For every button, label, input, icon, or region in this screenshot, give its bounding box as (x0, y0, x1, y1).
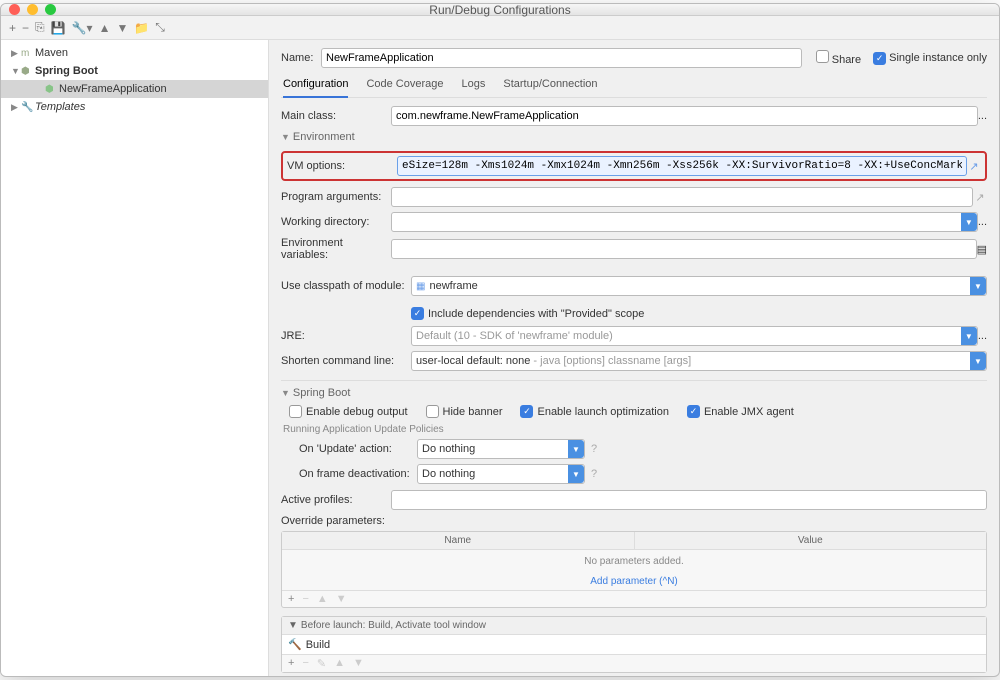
wrench-icon[interactable]: 🔧▾ (72, 21, 93, 35)
name-input[interactable] (321, 48, 802, 68)
single-instance-checkbox[interactable]: ✓ Single instance only (873, 52, 987, 65)
save-icon[interactable]: 💾 (51, 21, 66, 35)
jre-select[interactable]: Default (10 - SDK of 'newframe' module)▼ (411, 326, 978, 346)
before-launch-title: Before launch: Build, Activate tool wind… (301, 620, 486, 631)
vm-options-input[interactable] (397, 156, 967, 176)
add-icon[interactable]: + (9, 21, 16, 35)
remove-icon[interactable]: − (302, 657, 308, 670)
env-vars-label: Environment variables: (281, 237, 391, 261)
policies-title: Running Application Update Policies (283, 424, 987, 435)
program-args-input[interactable] (391, 187, 973, 207)
param-value-header: Value (635, 532, 987, 549)
tab-logs[interactable]: Logs (462, 74, 486, 97)
maven-icon: m (21, 48, 35, 59)
env-vars-input[interactable] (391, 239, 977, 259)
expand-icon[interactable]: ↗ (973, 191, 987, 204)
add-icon[interactable]: + (288, 657, 294, 670)
wrench-icon: 🔧 (21, 102, 35, 113)
on-update-label: On 'Update' action: (299, 443, 417, 455)
name-label: Name: (281, 52, 321, 64)
down-icon[interactable]: ▼ (116, 21, 128, 35)
spring-icon: ⬢ (45, 84, 59, 95)
sidebar: ▶m Maven ▼⬢ Spring Boot ⬢ NewFrameApplic… (1, 40, 269, 677)
main-class-label: Main class: (281, 110, 391, 122)
help-icon[interactable]: ? (591, 468, 597, 480)
enable-jmx-checkbox[interactable]: ✓ Enable JMX agent (687, 405, 794, 418)
up-icon[interactable]: ▲ (317, 593, 328, 605)
tab-code-coverage[interactable]: Code Coverage (366, 74, 443, 97)
param-name-header: Name (282, 532, 635, 549)
browse-button[interactable]: ... (978, 330, 987, 342)
no-params-text: No parameters added. (282, 550, 986, 573)
collapse-icon[interactable]: ▼ (281, 388, 290, 398)
environment-title: Environment (293, 131, 355, 143)
browse-button[interactable]: ... (978, 110, 987, 122)
springboot-title: Spring Boot (293, 387, 350, 399)
copy-icon[interactable]: ⎘ (35, 20, 45, 35)
sidebar-label: Spring Boot (35, 65, 98, 77)
browse-button[interactable]: ▤ (977, 243, 987, 256)
on-deact-label: On frame deactivation: (299, 468, 417, 480)
titlebar: Run/Debug Configurations (1, 4, 999, 16)
add-icon[interactable]: + (288, 593, 294, 605)
down-icon[interactable]: ▼ (336, 593, 347, 605)
working-dir-select[interactable]: ▼ (391, 212, 978, 232)
collapse-icon[interactable]: ▼ (281, 132, 290, 142)
expand-icon[interactable]: ↗ (967, 160, 981, 173)
shorten-select[interactable]: user-local default: none - java [options… (411, 351, 987, 371)
sidebar-label: NewFrameApplication (59, 83, 167, 95)
remove-icon[interactable]: − (22, 21, 29, 35)
down-icon[interactable]: ▼ (353, 657, 364, 670)
hammer-icon: 🔨 (288, 638, 302, 651)
share-checkbox[interactable]: Share (816, 50, 861, 66)
help-icon[interactable]: ? (591, 443, 597, 455)
sidebar-item-newframe[interactable]: ⬢ NewFrameApplication (1, 80, 268, 98)
main-class-input[interactable] (391, 106, 978, 126)
on-update-select[interactable]: Do nothing▼ (417, 439, 585, 459)
working-dir-label: Working directory: (281, 216, 391, 228)
folder-icon[interactable]: 📁 (134, 21, 149, 35)
collapse-icon[interactable]: ⤡ (155, 20, 165, 35)
classpath-label: Use classpath of module: (281, 280, 411, 292)
up-icon[interactable]: ▲ (99, 21, 111, 35)
override-params-table: Name Value No parameters added. Add para… (281, 531, 987, 608)
program-args-label: Program arguments: (281, 191, 391, 203)
shorten-label: Shorten command line: (281, 355, 411, 367)
toolbar: + − ⎘ 💾 🔧▾ ▲ ▼ 📁 ⤡ (1, 16, 999, 40)
spring-icon: ⬢ (21, 66, 35, 77)
enable-debug-checkbox[interactable]: Enable debug output (289, 405, 408, 418)
sidebar-label: Templates (35, 101, 85, 113)
up-icon[interactable]: ▲ (334, 657, 345, 670)
tab-configuration[interactable]: Configuration (283, 74, 348, 98)
override-params-label: Override parameters: (281, 515, 987, 527)
window-title: Run/Debug Configurations (1, 3, 999, 17)
include-deps-checkbox[interactable]: ✓ Include dependencies with "Provided" s… (411, 307, 644, 320)
active-profiles-input[interactable] (391, 490, 987, 510)
browse-button[interactable]: ... (978, 216, 987, 228)
sidebar-label: Maven (35, 47, 68, 59)
remove-icon[interactable]: − (302, 593, 308, 605)
on-deact-select[interactable]: Do nothing▼ (417, 464, 585, 484)
edit-icon[interactable]: ✎ (317, 657, 326, 670)
add-param-link[interactable]: Add parameter (^N) (282, 573, 986, 590)
vm-options-label: VM options: (287, 160, 397, 172)
enable-launch-checkbox[interactable]: ✓ Enable launch optimization (520, 405, 668, 418)
collapse-icon[interactable]: ▼ (288, 620, 298, 631)
vm-options-highlight: VM options: ↗ (281, 151, 987, 181)
tab-startup[interactable]: Startup/Connection (503, 74, 597, 97)
active-profiles-label: Active profiles: (281, 494, 391, 506)
classpath-select[interactable]: ▦newframe▼ (411, 276, 987, 296)
sidebar-item-maven[interactable]: ▶m Maven (1, 44, 268, 62)
build-item[interactable]: 🔨Build (282, 635, 986, 654)
hide-banner-checkbox[interactable]: Hide banner (426, 405, 503, 418)
sidebar-item-templates[interactable]: ▶🔧 Templates (1, 98, 268, 116)
sidebar-item-springboot[interactable]: ▼⬢ Spring Boot (1, 62, 268, 80)
jre-label: JRE: (281, 330, 411, 342)
